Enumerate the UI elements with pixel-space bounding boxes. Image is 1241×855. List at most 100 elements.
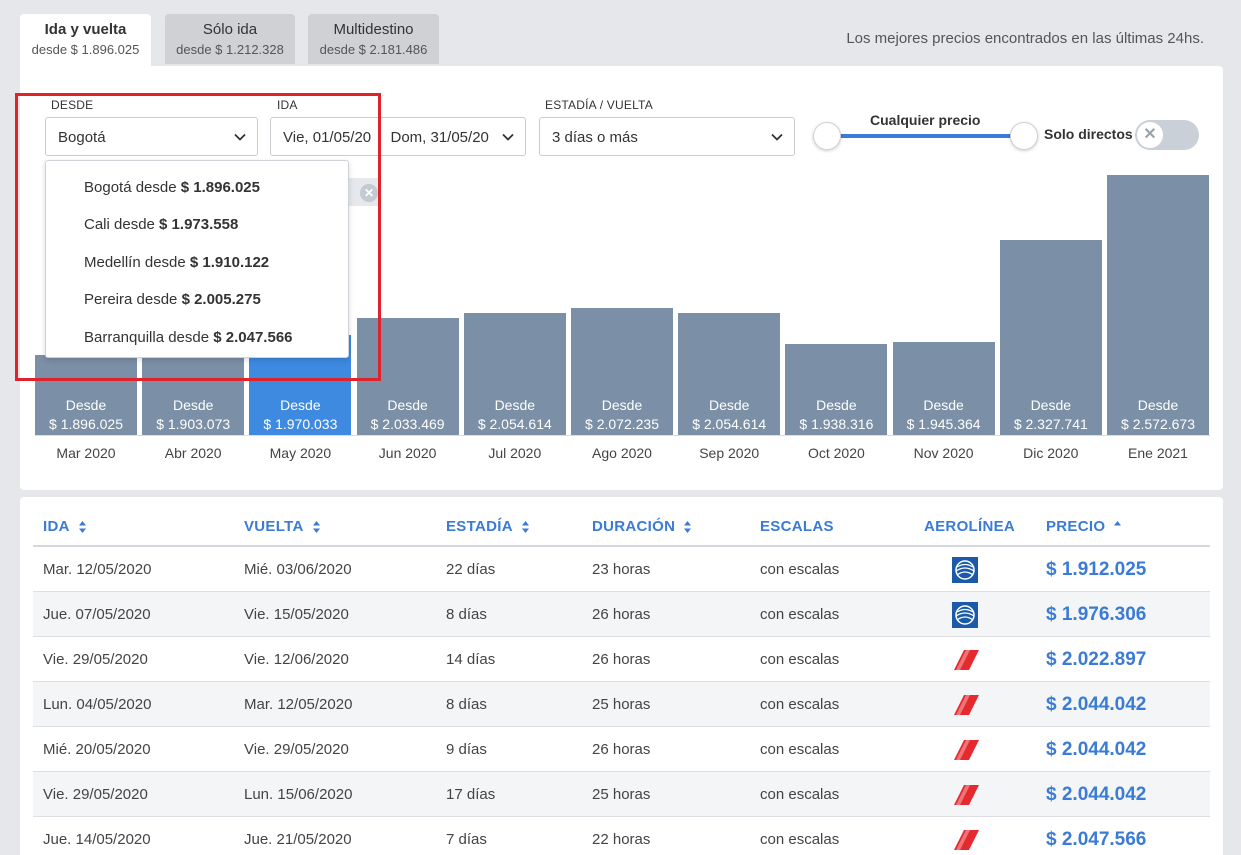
- tab-solo-ida[interactable]: Sólo ida desde $ 1.212.328: [165, 14, 295, 64]
- dropdown-option-medellin[interactable]: Medellín desde $ 1.910.122: [84, 254, 269, 271]
- vuelta-cell: Vie. 15/05/2020: [244, 606, 349, 623]
- clear-chip-icon[interactable]: ✕: [360, 184, 378, 202]
- direct-only-toggle[interactable]: ✕: [1135, 120, 1199, 150]
- option-city: Bogotá desde: [84, 179, 181, 196]
- header-estadia[interactable]: ESTADÍA: [446, 518, 530, 535]
- price-cell[interactable]: $ 2.044.042: [1046, 739, 1146, 761]
- chart-bar[interactable]: Desde $ 2.572.673: [1107, 175, 1209, 435]
- chevron-down-icon: [234, 133, 246, 141]
- month-tick-label: Abr 2020: [164, 445, 222, 461]
- tab-price: desde $ 1.212.328: [176, 42, 284, 57]
- bar-price-label: $ 2.054.614: [477, 415, 552, 432]
- chart-bar[interactable]: Desde $ 2.054.614: [678, 312, 781, 435]
- sort-asc-icon: [1114, 521, 1122, 526]
- estadia-cell: 7 días: [446, 831, 487, 848]
- month-tick-label: Sep 2020: [699, 445, 760, 461]
- ida-cell: Mar. 12/05/2020: [43, 561, 152, 578]
- option-price: $ 1.910.122: [189, 254, 270, 271]
- price-cell[interactable]: $ 2.044.042: [1046, 694, 1146, 716]
- option-city: Barranquilla desde: [84, 329, 214, 346]
- desde-label: DESDE: [51, 98, 94, 112]
- chart-bar[interactable]: Desde $ 1.903.073: [142, 353, 245, 435]
- chart-bar[interactable]: Desde $ 2.327.741: [999, 240, 1102, 435]
- bar-price-label: $ 1.896.025: [49, 416, 123, 432]
- table-row[interactable]: Mié. 20/05/2020 Vie. 29/05/2020 9 días 26 h…: [33, 727, 1210, 772]
- price-cell[interactable]: $ 1.912.025: [1046, 559, 1146, 581]
- bar-desde-label: Desde: [65, 397, 107, 413]
- chart-baseline: [35, 435, 1210, 436]
- header-label: PRECIO: [1046, 518, 1106, 535]
- price-slider-label: Cualquier precio: [870, 112, 981, 128]
- ida-cell: Lun. 04/05/2020: [43, 696, 152, 713]
- price-cell[interactable]: $ 2.047.566: [1046, 829, 1146, 851]
- price-cell[interactable]: $ 2.022.897: [1046, 649, 1146, 671]
- bar-price-label: $ 2.054.614: [692, 415, 767, 432]
- option-city: Medellín desde: [84, 254, 190, 271]
- price-cell[interactable]: $ 1.976.306: [1046, 604, 1146, 626]
- chart-bar[interactable]: Desde $ 2.072.235: [571, 308, 673, 435]
- ida-cell: Vie. 29/05/2020: [43, 786, 148, 803]
- bar-price-label: $ 1.938.316: [799, 415, 874, 432]
- dates-select[interactable]: Vie, 01/05/20 Dom, 31/05/20: [270, 117, 526, 156]
- chevron-down-icon: [502, 133, 514, 141]
- table-row[interactable]: Vie. 29/05/2020 Vie. 12/06/2020 14 días 26 …: [33, 637, 1210, 682]
- option-price: $ 1.973.558: [159, 216, 239, 233]
- table-row[interactable]: Jue. 14/05/2020 Jue. 21/05/2020 7 días 22 h…: [33, 817, 1210, 855]
- price-slider-min-handle[interactable]: [813, 122, 841, 150]
- bar-price-label: $ 2.327.741: [1013, 415, 1088, 432]
- escalas-cell: con escalas: [760, 741, 840, 758]
- month-tick-label: Ene 2021: [1128, 445, 1188, 461]
- header-ida[interactable]: IDA: [43, 518, 87, 535]
- estadia-cell: 22 días: [446, 561, 496, 578]
- tab-price: desde $ 1.896.025: [31, 42, 140, 57]
- departure-date: Vie, 01/05/20: [283, 129, 372, 146]
- united-logo-icon: [952, 557, 978, 583]
- table-row[interactable]: Jue. 07/05/2020 Vie. 15/05/2020 8 días 26 h…: [33, 592, 1210, 637]
- bar-desde-label: Desde: [923, 396, 964, 413]
- header-precio[interactable]: PRECIO: [1046, 518, 1122, 535]
- escalas-cell: con escalas: [760, 651, 840, 668]
- origin-dropdown: Bogotá desde $ 1.896.025 Cali desde $ 1.…: [45, 160, 349, 358]
- duracion-cell: 22 horas: [592, 831, 651, 848]
- option-price: $ 2.047.566: [213, 329, 293, 346]
- table-row[interactable]: Lun. 04/05/2020 Mar. 12/05/2020 8 días 25 h…: [33, 682, 1210, 727]
- origin-value: Bogotá: [58, 129, 106, 146]
- header-duracion[interactable]: DURACIÓN: [592, 518, 692, 535]
- chart-bar[interactable]: Desde $ 2.054.614: [463, 312, 566, 435]
- table-row[interactable]: Vie. 29/05/2020 Lun. 15/06/2020 17 días 25 …: [33, 772, 1210, 817]
- dropdown-option-barranquilla[interactable]: Barranquilla desde $ 2.047.566: [84, 329, 293, 346]
- price-slider-max-handle[interactable]: [1010, 122, 1038, 150]
- vuelta-cell: Vie. 29/05/2020: [244, 741, 349, 758]
- tab-multidestino[interactable]: Multidestino desde $ 2.181.486: [308, 14, 439, 64]
- chart-bar[interactable]: Desde $ 1.896.025: [35, 355, 137, 435]
- header-vuelta[interactable]: VUELTA: [244, 518, 321, 535]
- tab-label: Sólo ida: [202, 21, 258, 38]
- united-logo-icon: [952, 602, 978, 628]
- tab-ida-y-vuelta[interactable]: Ida y vuelta desde $ 1.896.025: [20, 14, 151, 66]
- month-tick-label: Jun 2020: [378, 445, 437, 461]
- chart-bar[interactable]: Desde $ 1.938.316: [785, 343, 888, 435]
- dropdown-option-pereira[interactable]: Pereira desde $ 2.005.275: [84, 291, 261, 308]
- ida-cell: Jue. 14/05/2020: [43, 831, 151, 848]
- bar-desde-label: Desde: [1030, 396, 1072, 413]
- escalas-cell: con escalas: [760, 561, 840, 578]
- direct-only-label: Solo directos: [1044, 126, 1133, 142]
- bar-desde-label: Desde: [494, 396, 536, 413]
- dropdown-option-bogota[interactable]: Bogotá desde $ 1.896.025: [84, 179, 260, 196]
- escalas-cell: con escalas: [760, 606, 840, 623]
- stay-select[interactable]: 3 días o más: [539, 117, 795, 156]
- vuelta-cell: Lun. 15/06/2020: [244, 786, 353, 803]
- duracion-cell: 25 horas: [592, 786, 651, 803]
- bar-price-label: $ 2.033.469: [370, 415, 445, 432]
- origin-select[interactable]: Bogotá: [45, 117, 258, 156]
- price-cell[interactable]: $ 2.044.042: [1046, 784, 1146, 806]
- price-slider-track[interactable]: [828, 134, 1024, 138]
- duracion-cell: 26 horas: [592, 606, 651, 623]
- dropdown-option-cali[interactable]: Cali desde $ 1.973.558: [84, 216, 238, 233]
- vuelta-cell: Mar. 12/05/2020: [244, 696, 353, 713]
- chart-bar[interactable]: Desde $ 2.033.469: [356, 318, 459, 435]
- estadia-cell: 9 días: [446, 741, 487, 758]
- month-tick-label: Dic 2020: [1023, 445, 1079, 461]
- table-row[interactable]: Mar. 12/05/2020 Mié. 03/06/2020 22 días 23 …: [33, 547, 1210, 592]
- chart-bar[interactable]: Desde $ 1.945.364: [892, 341, 995, 435]
